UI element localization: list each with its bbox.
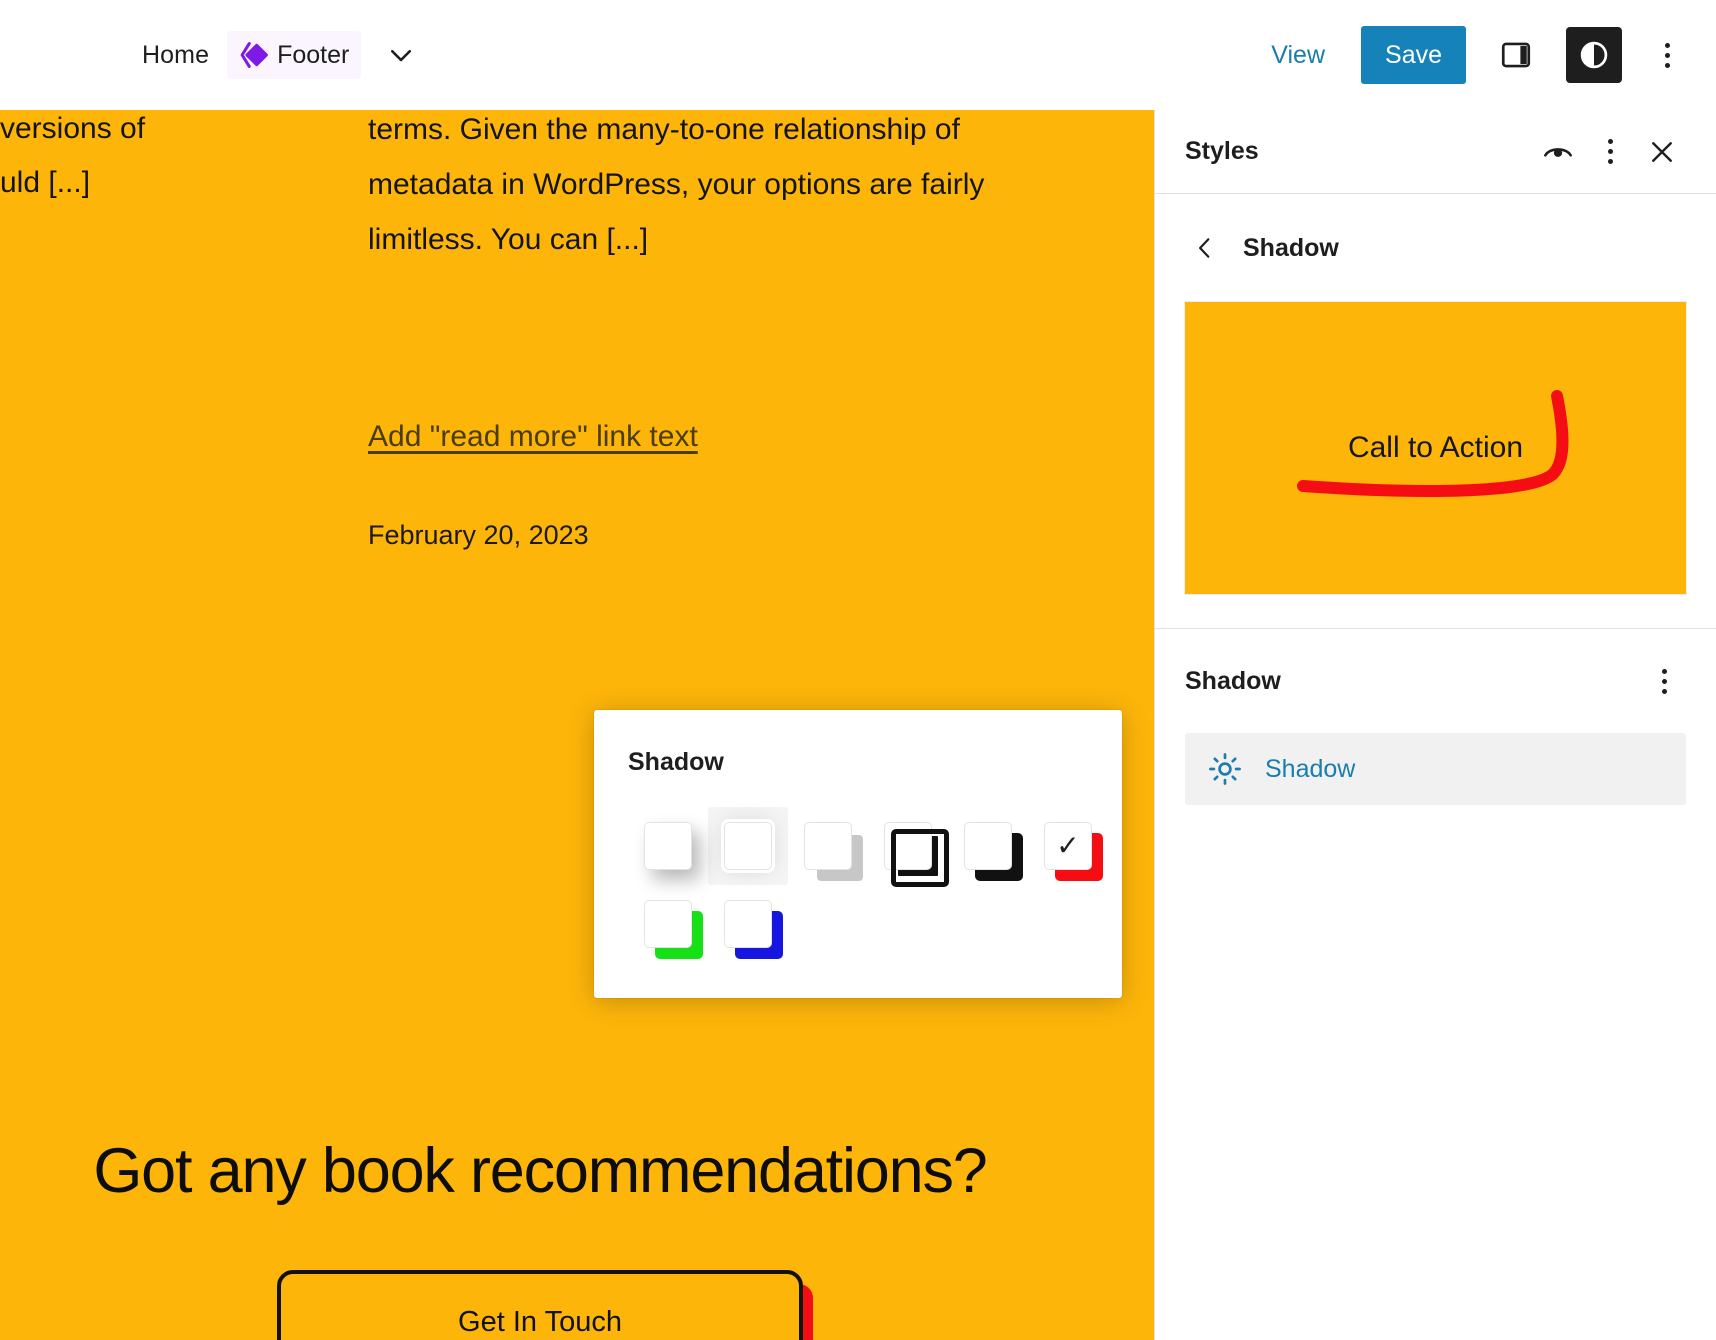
shadow-tool-label: Shadow <box>1265 754 1356 783</box>
shadow-section-header: Shadow <box>1155 629 1716 707</box>
post-excerpt-left-column: versions of uld [...] <box>0 110 300 210</box>
shadow-picker-popover: Shadow ✓ <box>594 710 1122 998</box>
shadow-swatch-blue[interactable] <box>708 885 788 963</box>
post-excerpt-right-column: terms. Given the many-to-one relationshi… <box>368 110 1128 267</box>
swatch-square <box>964 822 1012 870</box>
shadow-preview-card: Call to Action <box>1185 302 1686 594</box>
swatch-square: ✓ <box>1044 822 1092 870</box>
editor-top-bar: Home Footer View Save <box>0 0 1716 110</box>
editor-options-button[interactable] <box>1644 27 1690 83</box>
breadcrumb-dropdown-button[interactable] <box>379 33 423 77</box>
get-in-touch-button[interactable]: Get In Touch <box>277 1270 803 1340</box>
excerpt-left-line-1: versions of <box>0 112 146 145</box>
excerpt-right-line-1: terms. Given the many-to-one relationshi… <box>368 113 960 146</box>
shadow-swatch-deep[interactable] <box>708 807 788 885</box>
chevron-left-icon <box>1199 238 1210 258</box>
shadow-swatch-grid: ✓ <box>628 807 1092 963</box>
post-date: February 20, 2023 <box>368 520 589 550</box>
styles-panel-title: Styles <box>1185 137 1259 165</box>
template-part-icon <box>240 42 268 68</box>
sidebar-panel-icon <box>1501 42 1531 68</box>
shadow-section-more-button[interactable] <box>1638 655 1690 707</box>
shadow-swatch-red-selected[interactable]: ✓ <box>1028 807 1108 885</box>
swatch-square <box>724 900 772 948</box>
excerpt-left-line-2: uld [...] <box>0 166 91 199</box>
footer-heading: Got any book recommendations? <box>93 1136 987 1206</box>
toggle-styles-button[interactable] <box>1566 27 1622 83</box>
view-link[interactable]: View <box>1257 33 1339 78</box>
shadow-preview-label: Call to Action <box>1347 431 1524 464</box>
back-button[interactable] <box>1185 228 1225 268</box>
shadow-tool-button[interactable]: Shadow <box>1185 733 1686 805</box>
kebab-menu-icon <box>1664 42 1670 68</box>
cta-button-wrapper: Get In Touch <box>0 1270 1080 1340</box>
shadow-subpanel-title: Shadow <box>1243 233 1339 262</box>
style-book-eye-icon[interactable] <box>1532 126 1584 178</box>
shadow-swatch-green[interactable] <box>628 885 708 963</box>
swatch-square <box>884 822 949 887</box>
contrast-styles-icon <box>1580 41 1608 69</box>
toggle-settings-sidebar-button[interactable] <box>1488 27 1544 83</box>
swatch-square <box>724 822 772 870</box>
read-more-link[interactable]: Add "read more" link text <box>368 420 698 454</box>
shadow-picker-title: Shadow <box>628 748 724 776</box>
breadcrumb: Home Footer <box>140 31 423 79</box>
shadow-swatch-outlined[interactable] <box>868 807 949 887</box>
swatch-square <box>804 822 852 870</box>
kebab-menu-icon <box>1607 139 1613 164</box>
chevron-down-icon <box>391 49 412 62</box>
breadcrumb-current-label: Footer <box>277 40 350 69</box>
kebab-menu-icon <box>1661 668 1667 694</box>
shadow-subpanel-nav: Shadow <box>1155 194 1716 292</box>
shadow-swatch-sharp[interactable] <box>788 807 868 885</box>
swatch-square <box>644 900 692 948</box>
check-icon: ✓ <box>1056 830 1080 861</box>
styles-more-menu-icon[interactable] <box>1584 126 1636 178</box>
breadcrumb-home[interactable]: Home <box>140 37 211 74</box>
shadow-sun-icon <box>1209 753 1241 785</box>
breadcrumb-current-chip[interactable]: Footer <box>227 31 362 79</box>
styles-panel-header: Styles <box>1155 110 1716 194</box>
shadow-swatch-crisp[interactable] <box>948 807 1028 885</box>
shadow-section-title: Shadow <box>1185 666 1281 695</box>
swatch-square <box>644 822 692 870</box>
close-styles-panel-button[interactable] <box>1636 126 1688 178</box>
excerpt-right-line-3: limitless. You can [...] <box>368 223 649 256</box>
styles-sidebar: Styles Shadow Call to Action Shadow Shad… <box>1154 110 1716 1340</box>
save-button[interactable]: Save <box>1361 26 1466 84</box>
top-bar-actions: View Save <box>1257 0 1690 110</box>
excerpt-right-line-2: metadata in WordPress, your options are … <box>368 168 985 201</box>
shadow-swatch-natural[interactable] <box>628 807 708 885</box>
close-icon <box>1652 141 1672 162</box>
